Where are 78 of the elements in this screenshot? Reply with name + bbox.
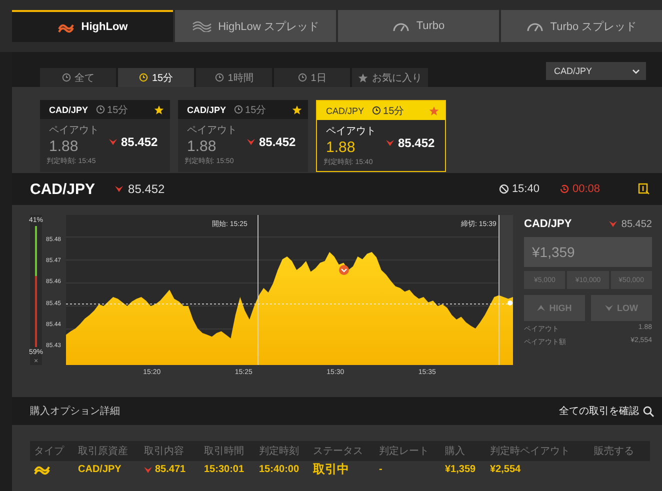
pair-label: CAD/JPY — [187, 104, 226, 114]
clock-icon — [372, 106, 382, 115]
clock-icon — [298, 73, 307, 82]
payout-label: ペイアウト — [187, 124, 237, 137]
price-value: 85.452 — [128, 182, 165, 196]
payout-label: ペイアウト — [326, 125, 376, 138]
cursor-box-icon — [638, 183, 650, 195]
column-header: 取引時間 — [204, 444, 245, 458]
column-header: 判定レート — [379, 444, 430, 458]
search-icon — [643, 406, 654, 416]
duration-label: 15分 — [383, 104, 404, 118]
star-icon — [358, 72, 368, 82]
down-arrow-icon — [144, 466, 152, 472]
wave-logo-icon — [34, 464, 50, 475]
pair-title: CAD/JPY — [30, 180, 96, 198]
current-price-dot — [508, 300, 512, 306]
column-header: 取引原資産 — [78, 444, 129, 458]
clock-icon — [214, 73, 224, 82]
clock-icon — [138, 73, 148, 82]
timer-icon — [559, 184, 570, 194]
column-header: ステータス — [313, 445, 364, 458]
down-arrow-icon — [605, 305, 613, 311]
pair-label: CAD/JPY — [49, 104, 88, 114]
product-tab[interactable]: HighLow — [12, 10, 173, 42]
table-cell-text: ¥2,554 — [490, 464, 522, 475]
duration-label: 15分 — [245, 104, 266, 116]
amount-field[interactable]: ¥1,359 — [524, 237, 652, 267]
product-tab[interactable]: Turbo スプレッド — [501, 10, 662, 42]
down-arrow-icon — [115, 186, 124, 192]
clock-icon — [234, 105, 244, 114]
price-value: 85.452 — [621, 218, 652, 230]
one-click-button[interactable] — [638, 183, 650, 195]
all-trades-link[interactable]: 全ての取引を確認 — [559, 404, 654, 418]
pair-title: CAD/JPY — [524, 218, 572, 230]
price-value: 85.452 — [121, 135, 158, 149]
chevron-down-icon — [632, 68, 640, 74]
down-arrow-icon — [247, 139, 255, 145]
clock-off-icon — [498, 184, 509, 194]
price-value: 85.452 — [398, 136, 435, 150]
table-cell-text: 15:30:01 — [204, 464, 246, 475]
entry-marker — [339, 265, 349, 275]
section-title: 購入オプション詳細 — [30, 404, 120, 418]
table-cell: 85.471 — [155, 464, 186, 475]
column-header: 取引内容 — [144, 444, 185, 458]
table-cell-text: 取引中 — [313, 461, 350, 478]
down-arrow-icon — [609, 221, 618, 227]
payout-label: ペイアウト — [49, 124, 99, 137]
product-tab[interactable]: HighLow スプレッド — [175, 10, 336, 42]
column-header: タイプ — [34, 444, 66, 458]
down-arrow-icon — [109, 139, 117, 145]
payout-value: 1.88 — [49, 138, 80, 155]
duration-tab[interactable]: 1時間 — [196, 68, 272, 87]
column-header: 購入 — [445, 444, 466, 458]
payout-value: 1.88 — [326, 139, 356, 156]
table-cell-text: - — [379, 464, 384, 475]
duration-label: 15分 — [107, 104, 128, 116]
duration-tab[interactable]: 1日 — [274, 68, 350, 87]
wave-lines-icon — [192, 20, 212, 32]
payout-value: 1.88 — [187, 138, 218, 155]
duration-tab[interactable]: 15分 — [118, 68, 194, 87]
up-arrow-icon — [537, 305, 546, 311]
table-cell-text: CAD/JPY — [78, 464, 122, 475]
duration-tab[interactable]: お気に入り — [352, 68, 428, 87]
column-header: 販売する — [594, 444, 635, 458]
price-value: 85.452 — [259, 135, 296, 149]
clock-icon — [62, 73, 70, 82]
product-tab[interactable]: Turbo — [338, 10, 499, 42]
down-arrow-icon — [386, 140, 394, 146]
pair-label: CAD/JPY — [326, 106, 364, 116]
expiry-time: 15:40 — [512, 183, 540, 195]
table-cell-text: 15:40:00 — [259, 464, 300, 475]
duration-tab[interactable]: 全て — [40, 68, 116, 87]
column-header: 判定時ペイアウト — [490, 444, 571, 458]
table-cell-text: ¥1,359 — [445, 464, 477, 475]
countdown-timer: 00:08 — [572, 183, 600, 195]
clock-icon — [96, 105, 106, 114]
column-header: 判定時刻 — [259, 444, 300, 458]
pair-dropdown[interactable]: CAD/JPY — [546, 62, 646, 80]
